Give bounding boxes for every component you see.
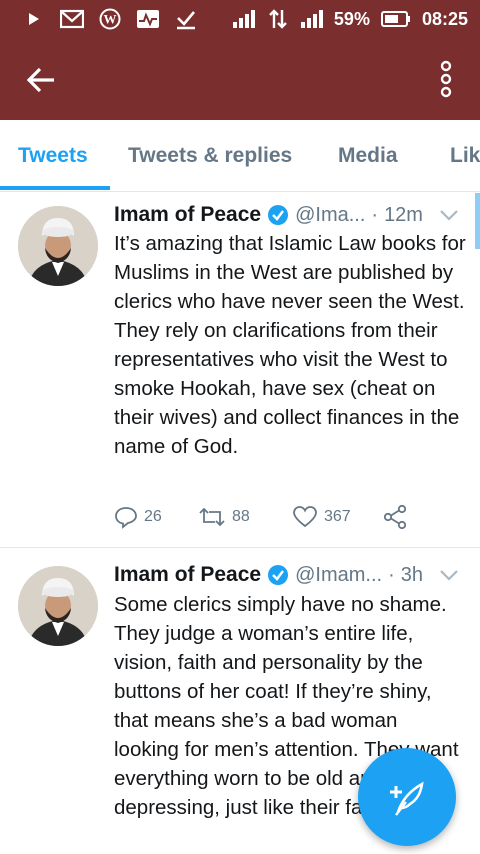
heart-icon [293, 506, 317, 528]
back-arrow-icon[interactable] [24, 62, 60, 98]
app-bar [0, 38, 480, 120]
tweet-header: Imam of Peace @Imam... · 3h [114, 560, 460, 590]
profile-tabs: Tweets Tweets & replies Media Lik [0, 120, 480, 192]
verified-badge-icon [268, 565, 289, 585]
wordpress-icon: W [98, 8, 122, 30]
author-handle[interactable]: @Ima... [295, 204, 365, 227]
chevron-down-icon[interactable] [438, 564, 460, 586]
avatar[interactable] [18, 206, 98, 286]
reply-icon [115, 507, 137, 529]
retweet-icon [199, 507, 225, 527]
status-bar: W 59% 08:25 [0, 0, 480, 38]
retweet-button[interactable]: 88 [198, 506, 292, 528]
share-icon [383, 504, 407, 530]
battery-icon [380, 8, 412, 30]
compose-tweet-button[interactable] [358, 748, 456, 846]
checkmark-icon [174, 8, 198, 30]
signal-icon [232, 8, 256, 30]
battery-percent: 59% [333, 8, 370, 29]
tab-likes[interactable]: Lik [450, 144, 480, 168]
tweet-time[interactable]: 3h [401, 564, 423, 587]
like-button[interactable]: 367 [292, 505, 382, 529]
svg-text:W: W [104, 12, 117, 27]
tweet-header: Imam of Peace @Ima... · 12m [114, 200, 460, 230]
gmail-icon [60, 8, 84, 30]
pulse-icon [136, 8, 160, 30]
chevron-down-icon[interactable] [438, 204, 460, 226]
tweet[interactable]: Imam of Peace @Ima... · 12m It’s amazing… [0, 192, 480, 548]
tweet-time[interactable]: 12m [384, 204, 423, 227]
data-transfer-icon [266, 8, 290, 30]
separator-dot: · [388, 563, 395, 586]
play-icon [22, 8, 46, 30]
reply-button[interactable]: 26 [114, 505, 198, 529]
tab-tweets-and-replies[interactable]: Tweets & replies [128, 144, 292, 168]
clock: 08:25 [421, 8, 468, 29]
tab-tweets[interactable]: Tweets [18, 144, 88, 168]
author-name[interactable]: Imam of Peace [114, 203, 261, 227]
tab-media[interactable]: Media [338, 144, 398, 168]
compose-feather-icon [390, 781, 424, 816]
retweet-count: 88 [232, 508, 250, 525]
author-handle[interactable]: @Imam... [295, 564, 382, 587]
avatar[interactable] [18, 566, 98, 646]
separator-dot: · [371, 203, 379, 226]
share-button[interactable] [382, 504, 408, 530]
active-tab-indicator [0, 186, 110, 190]
tweet-actions: 26 88 367 [114, 501, 408, 533]
signal-icon [300, 8, 324, 30]
like-count: 367 [324, 508, 351, 525]
more-options-icon[interactable] [438, 60, 454, 98]
verified-badge-icon [268, 205, 289, 225]
reply-count: 26 [144, 508, 162, 525]
author-name[interactable]: Imam of Peace [114, 563, 261, 587]
tweet-text: It’s amazing that Islamic Law books for … [114, 232, 466, 458]
